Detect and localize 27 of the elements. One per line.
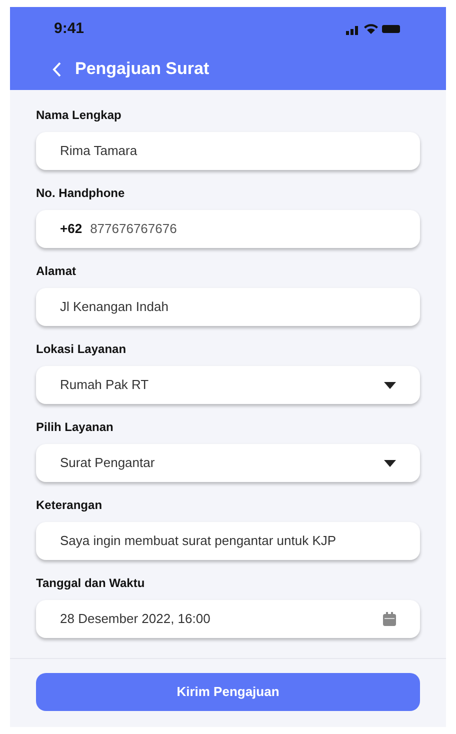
input-field[interactable]: Rima Tamara	[36, 132, 420, 170]
date-field[interactable]: 28 Desember 2022, 16:00	[36, 600, 420, 638]
caret-icon	[384, 460, 396, 466]
date-value: 28 Desember 2022, 16:00	[60, 610, 210, 628]
field-label: Nama Lengkap	[36, 107, 122, 124]
input-field[interactable]: Jl Kenangan Indah	[36, 288, 420, 326]
phone-number: 877676767676	[90, 220, 177, 238]
status-time: 9:41	[54, 18, 84, 39]
field-label: Pilih Layanan	[36, 419, 114, 436]
field-label: Keterangan	[36, 497, 104, 514]
input-field[interactable]: Saya ingin membuat surat pengantar untuk KJP	[36, 522, 420, 560]
field-label: Alamat	[36, 263, 78, 280]
submit-button[interactable]: Kirim Pengajuan	[36, 673, 420, 711]
back-icon[interactable]	[52, 62, 61, 76]
dropdown-field[interactable]: Rumah Pak RT	[36, 366, 420, 404]
field-label: Tanggal dan Waktu	[36, 575, 146, 592]
country-code: +62	[60, 220, 82, 238]
field-label: Lokasi Layanan	[36, 341, 128, 358]
dropdown-field[interactable]: Surat Pengantar	[36, 444, 420, 482]
status-icons	[346, 23, 402, 35]
calendar-icon	[383, 612, 396, 626]
screen-title: Pengajuan Surat	[75, 58, 210, 80]
field-label: No. Handphone	[36, 185, 126, 202]
dropdown-value: Surat Pengantar	[60, 454, 155, 472]
dropdown-value: Rumah Pak RT	[60, 376, 149, 394]
caret-icon	[384, 382, 396, 388]
phone-field[interactable]: +62 877676767676	[36, 210, 420, 248]
